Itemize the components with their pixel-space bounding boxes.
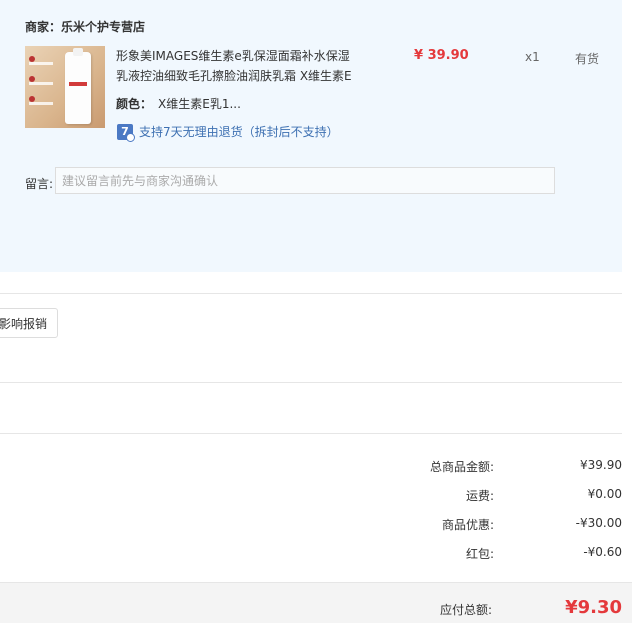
stock-status: 有货 xyxy=(575,52,600,66)
summary-row-red-packet: 红包: -¥0.60 xyxy=(0,545,622,565)
summary-value: -¥30.00 xyxy=(575,516,622,530)
product-quantity: x1 xyxy=(525,50,540,64)
shop-name[interactable]: 商家：乐米个护专营店 xyxy=(25,18,145,35)
summary-value: -¥0.60 xyxy=(583,545,622,559)
summary-value: ¥0.00 xyxy=(587,487,622,501)
color-attribute: 颜色： X维生素E乳1... xyxy=(116,95,241,112)
shop-name-text[interactable]: 乐米个护专营店 xyxy=(61,20,145,34)
total-amount: ¥9.30 xyxy=(565,597,622,618)
order-panel: 商家：乐米个护专营店 形象美IMAGES维生素e乳保湿面霜补水保湿乳液控油细致毛… xyxy=(0,0,622,272)
summary-row-goods-total: 总商品金额: ¥39.90 xyxy=(0,458,622,478)
remark-input[interactable] xyxy=(55,167,555,194)
summary-label: 运费: xyxy=(465,489,494,503)
summary-row-discount: 商品优惠: -¥30.00 xyxy=(0,516,622,536)
divider xyxy=(0,293,622,294)
color-value: X维生素E乳1... xyxy=(158,97,241,111)
product-thumbnail[interactable] xyxy=(25,46,105,128)
seven-day-return-icon: 7 xyxy=(117,123,135,142)
summary-label: 商品优惠: xyxy=(441,518,494,532)
summary-label: 总商品金额: xyxy=(429,460,494,474)
summary-row-shipping: 运费: ¥0.00 xyxy=(0,487,622,507)
return-policy[interactable]: 7 支持7天无理由退货（拆封后不支持） xyxy=(117,123,339,142)
summary-label: 红包: xyxy=(465,547,494,561)
report-button[interactable]: 影响报销 xyxy=(0,308,58,338)
color-label: 颜色： xyxy=(116,97,153,111)
total-label: 应付总额: xyxy=(439,603,492,617)
return-policy-text[interactable]: 支持7天无理由退货（拆封后不支持） xyxy=(139,123,339,140)
product-title[interactable]: 形象美IMAGES维生素e乳保湿面霜补水保湿乳液控油细致毛孔擦脸油润肤乳霜 X维… xyxy=(116,46,356,86)
product-price: ¥ 39.90 xyxy=(414,48,469,63)
divider xyxy=(0,433,622,434)
summary-value: ¥39.90 xyxy=(580,458,622,472)
shop-label: 商家： xyxy=(25,20,62,34)
total-bar: 应付总额: ¥9.30 xyxy=(0,582,632,623)
divider xyxy=(0,382,622,383)
remark-label: 留言: xyxy=(25,177,54,191)
